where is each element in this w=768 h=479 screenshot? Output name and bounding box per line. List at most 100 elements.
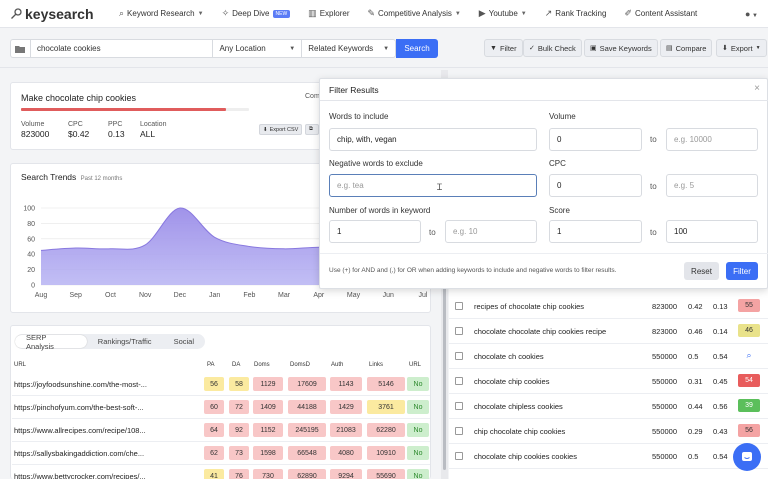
y-tick-label: 40 <box>27 252 35 259</box>
x-tick-label: Sep <box>69 292 82 299</box>
keyword-text[interactable]: chocolate chipless cookies <box>474 402 563 411</box>
serp-cell-da: 73 <box>229 446 249 460</box>
keyword-text[interactable]: chocolate ch cookies <box>474 352 544 361</box>
keyword-row[interactable]: chip chocolate chip cookies 550000 0.29 0.4… <box>449 419 768 444</box>
keyword-row[interactable]: chocolate chocolate chip cookies recipe 8… <box>449 319 768 344</box>
folder-icon[interactable] <box>11 40 31 57</box>
cpc-min-input[interactable]: 0 <box>549 174 642 197</box>
serp-cell-links: 10910 <box>367 446 405 460</box>
apply-filter-button[interactable]: Filter <box>726 262 758 280</box>
search-button[interactable]: Search <box>396 39 438 58</box>
include-input[interactable]: chip, with, vegan <box>329 128 537 151</box>
tab-social[interactable]: Social <box>163 335 205 348</box>
keyword-score: 55 <box>738 299 760 312</box>
scrollbar-thumb[interactable] <box>443 280 446 470</box>
keyword-text[interactable]: chocolate chip cookies cookies <box>474 452 577 461</box>
nav-deep-dive[interactable]: ✧ Deep Dive NEW <box>222 8 291 19</box>
volume-max-input[interactable]: e.g. 10000 <box>666 128 758 151</box>
nav-competitive-analysis[interactable]: ✎ Competitive Analysis ▼ <box>367 8 460 19</box>
x-tick-label: Aug <box>35 292 48 299</box>
export-csv-button[interactable]: ⬇ Export CSV <box>259 124 303 135</box>
row-checkbox[interactable] <box>455 427 463 435</box>
keyword-text[interactable]: recipes of chocolate chip cookies <box>474 302 584 311</box>
row-divider <box>12 395 430 396</box>
close-icon[interactable]: × <box>754 83 760 94</box>
keyword-text[interactable]: chip chocolate chip cookies <box>474 427 565 436</box>
tab-rankings-traffic[interactable]: Rankings/Traffic <box>87 335 163 348</box>
save-keywords-button[interactable]: ▣ Save Keywords <box>584 39 658 57</box>
export-csv-label: Export CSV <box>269 126 299 133</box>
serp-cell-da: 76 <box>229 469 249 479</box>
save-icon: ▣ <box>590 45 597 52</box>
keyword-row[interactable]: chocolate ch cookies 550000 0.5 0.54 ⌕ <box>449 344 768 369</box>
user-menu[interactable]: ● ▼ <box>745 9 758 19</box>
volume-min-input[interactable]: 0 <box>549 128 642 151</box>
keyword-ppc: 0.56 <box>713 402 728 411</box>
x-tick-label: Nov <box>139 292 152 299</box>
serp-cell-domsd: 62890 <box>288 469 326 479</box>
serp-cell-flag: No <box>407 423 429 437</box>
row-checkbox[interactable] <box>455 327 463 335</box>
export-button[interactable]: ⬇ Export ▼ <box>716 39 767 57</box>
serp-url-link[interactable]: https://www.bettycrocker.com/recipes/... <box>14 472 146 479</box>
bulk-check-button[interactable]: ✓ Bulk Check <box>523 39 582 57</box>
score-filter-label: Score <box>549 206 570 215</box>
col-da: DA <box>232 362 241 368</box>
serp-url-link[interactable]: https://pinchofyum.com/the-best-soft-... <box>14 403 144 412</box>
serp-cell-pa: 41 <box>204 469 224 479</box>
filter-button[interactable]: ▼ Filter <box>484 39 523 57</box>
row-checkbox[interactable] <box>455 352 463 360</box>
serp-url-link[interactable]: https://joyfoodsunshine.com/the-most-... <box>14 380 147 389</box>
keyword-input[interactable]: chocolate cookies <box>31 40 214 57</box>
nav-youtube[interactable]: ▶ Youtube ▼ <box>479 8 527 19</box>
cpc-max-input[interactable]: e.g. 5 <box>666 174 758 197</box>
score-max-input[interactable]: 100 <box>666 220 758 243</box>
brand-logo[interactable]: keysearch <box>10 6 100 22</box>
check-score-search-icon[interactable]: ⌕ <box>738 349 760 362</box>
volume-label: Volume <box>21 121 45 128</box>
nav-explorer[interactable]: ▥ Explorer <box>308 8 349 19</box>
keyword-row[interactable]: chocolate chipless cookies 550000 0.44 0.56… <box>449 394 768 419</box>
serp-url-link[interactable]: https://sallysbakingaddiction.com/che... <box>14 449 144 458</box>
nav-rank-tracking[interactable]: ↗ Rank Tracking <box>545 8 607 19</box>
row-checkbox[interactable] <box>455 302 463 310</box>
serp-url-link[interactable]: https://www.allrecipes.com/recipe/108... <box>14 426 146 435</box>
chat-button[interactable] <box>733 443 761 471</box>
serp-cell-doms: 1129 <box>253 377 283 391</box>
row-checkbox[interactable] <box>455 452 463 460</box>
words-min-input[interactable]: 1 <box>329 220 421 243</box>
keyword-row[interactable]: chocolate chip cookies 550000 0.31 0.45 54 <box>449 369 768 394</box>
keyword-text[interactable]: chocolate chip cookies <box>474 377 549 386</box>
ppc-label: PPC <box>108 121 123 128</box>
nav-label: Explorer <box>319 9 350 18</box>
serp-cell-links: 55690 <box>367 469 405 479</box>
copy-button[interactable]: ⧉ <box>305 124 319 135</box>
compare-button[interactable]: ▤ Compare <box>660 39 713 57</box>
tab-serp-analysis[interactable]: SERP Analysis <box>15 333 87 351</box>
row-divider <box>12 464 430 465</box>
search-toolbar: chocolate cookies Any Location ▼ Related… <box>0 28 768 68</box>
to-label: to <box>650 182 657 191</box>
location-select[interactable]: Any Location ▼ <box>213 40 303 57</box>
search-box: chocolate cookies Any Location ▼ Related… <box>10 39 396 58</box>
keyword-volume: 550000 <box>652 452 678 461</box>
difficulty-bar <box>21 108 249 111</box>
keyword-row[interactable]: recipes of chocolate chip cookies 823000 0… <box>449 294 768 319</box>
download-icon: ⬇ <box>263 126 268 133</box>
cpc-filter-label: CPC <box>549 159 566 168</box>
keyword-cpc: 0.31 <box>688 377 703 386</box>
row-checkbox[interactable] <box>455 377 463 385</box>
words-max-input[interactable]: e.g. 10 <box>445 220 537 243</box>
keyword-row[interactable]: chocolate chip cookies cookies 550000 0.5 0… <box>449 444 768 469</box>
mode-select[interactable]: Related Keywords ▼ <box>302 40 395 57</box>
reset-button[interactable]: Reset <box>684 262 719 280</box>
nav-keyword-research[interactable]: ⌕ Keyword Research ▼ <box>119 8 204 19</box>
keyword-text[interactable]: chocolate chocolate chip cookies recipe <box>474 327 606 336</box>
exclude-input[interactable]: e.g. tea Ɪ <box>329 174 537 197</box>
score-min-input[interactable]: 1 <box>549 220 642 243</box>
col-auth: Auth <box>331 362 344 368</box>
compare-label: Compare <box>675 43 707 53</box>
copy-icon: ⧉ <box>309 126 313 132</box>
row-checkbox[interactable] <box>455 402 463 410</box>
nav-content-assistant[interactable]: ✐ Content Assistant <box>624 8 697 19</box>
